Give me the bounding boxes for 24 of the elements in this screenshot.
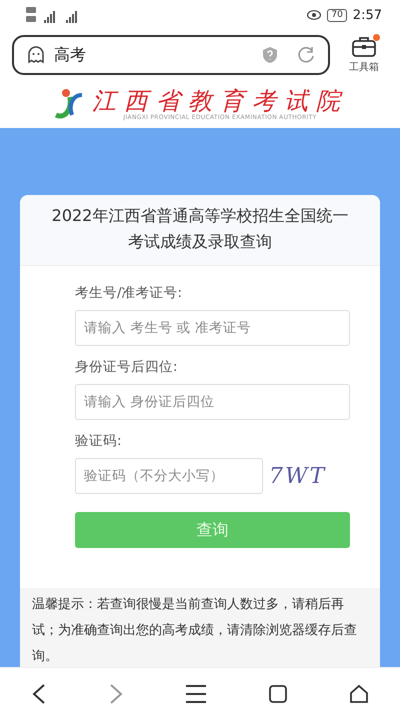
captcha-image[interactable]: 7WT	[269, 464, 326, 488]
tabs-icon[interactable]	[268, 684, 288, 704]
field-label: 考生号/准考证号:	[75, 284, 184, 302]
address-text: 高考	[54, 44, 87, 66]
battery-level: 70	[327, 8, 347, 22]
field-label: 身份证号后四位:	[75, 358, 179, 376]
clock-time: 2:57	[352, 8, 382, 22]
menu-icon[interactable]	[184, 684, 207, 704]
eye-icon	[307, 10, 322, 20]
address-bar[interactable]: 高考	[12, 35, 330, 75]
refresh-icon[interactable]	[296, 45, 316, 65]
ghost-icon	[26, 45, 46, 65]
home-icon[interactable]	[349, 684, 370, 704]
input-field[interactable]: 请输入 考生号 或 准考证号	[75, 310, 350, 346]
toolbox-icon[interactable]	[351, 36, 377, 58]
toolbox-label: 工具箱	[349, 61, 379, 74]
back-icon[interactable]	[30, 683, 47, 705]
logo-title: 江西省教育考试院	[92, 88, 348, 114]
card-title: 2022年江西省普通高等学校招生全国统一考试成绩及录取查询	[50, 205, 350, 253]
tip-text: 温馨提示：若查询很慢是当前查询人数过多，请稍后再试；为准确查询出您的高考成绩，请清除浏览器缓存后查询。	[20, 588, 380, 667]
forward-icon[interactable]	[108, 683, 124, 705]
input-field[interactable]: 验证码（不分大小写）	[75, 458, 263, 494]
field-label: 验证码:	[75, 432, 123, 450]
input-field[interactable]: 请输入 身份证后四位	[75, 384, 350, 420]
